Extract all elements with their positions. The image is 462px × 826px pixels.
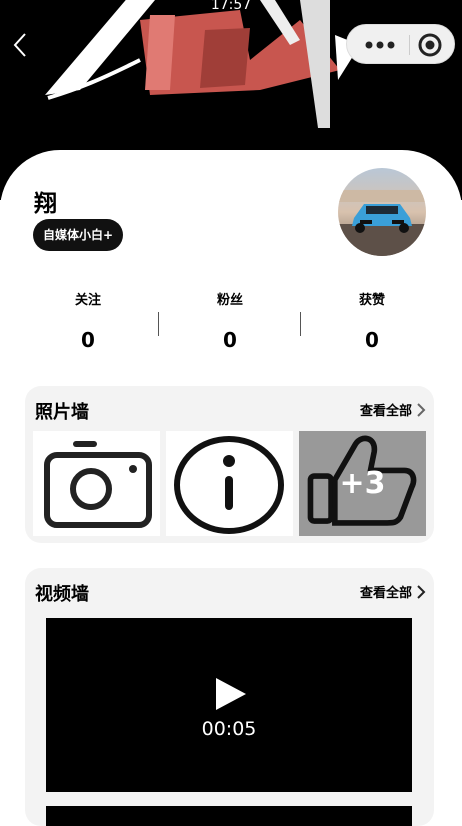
video-thumb[interactable]: 00:05 <box>46 618 412 792</box>
view-all-label: 查看全部 <box>359 586 412 601</box>
video-thumb[interactable] <box>46 806 412 826</box>
video-wall-section: 视频墙 查看全部 00:05 <box>25 568 434 826</box>
status-time: 17:57 <box>210 0 252 13</box>
user-tag-badge: 自媒体小白+ <box>33 219 124 251</box>
more-dots-icon <box>365 41 395 49</box>
video-duration: 00:05 <box>201 718 257 740</box>
stat-divider <box>300 312 301 336</box>
stat-value: 0 <box>223 328 237 352</box>
chevron-right-icon <box>417 402 426 417</box>
user-name: 翔 <box>34 191 57 217</box>
chevron-right-icon <box>417 584 426 599</box>
play-icon <box>216 678 246 710</box>
stat-label: 关注 <box>74 293 101 308</box>
photo-wall-view-all[interactable]: 查看全部 <box>360 400 426 419</box>
stats-row: 关注 0 粉丝 0 获赞 0 <box>0 290 462 360</box>
photo-thumb-more[interactable]: +3 <box>299 431 426 536</box>
photo-thumb[interactable] <box>166 431 293 536</box>
mini-program-capsule <box>346 24 455 64</box>
stat-label: 获赞 <box>358 293 385 308</box>
back-button[interactable] <box>8 30 30 60</box>
camera-icon <box>44 441 152 528</box>
stat-value: 0 <box>365 328 379 352</box>
more-photos-count: +3 <box>339 466 386 501</box>
stat-following[interactable]: 关注 0 <box>28 290 148 352</box>
photo-wall-title: 照片墙 <box>35 402 89 423</box>
close-button[interactable] <box>415 31 449 59</box>
avatar-car-image <box>338 168 426 256</box>
stat-followers[interactable]: 粉丝 0 <box>170 290 290 352</box>
target-circle-icon <box>418 33 442 57</box>
photo-thumb[interactable] <box>33 431 160 536</box>
stat-likes[interactable]: 获赞 0 <box>312 290 432 352</box>
info-icon <box>174 436 284 534</box>
photo-wall-section: 照片墙 查看全部 +3 <box>25 386 434 543</box>
view-all-label: 查看全部 <box>359 404 412 419</box>
capsule-divider <box>409 35 410 55</box>
stat-divider <box>158 312 159 336</box>
stat-value: 0 <box>81 328 95 352</box>
video-wall-view-all[interactable]: 查看全部 <box>360 582 426 601</box>
avatar[interactable] <box>338 168 426 256</box>
video-wall-title: 视频墙 <box>35 584 89 605</box>
stat-label: 粉丝 <box>216 293 243 308</box>
chevron-left-icon <box>13 33 26 57</box>
more-button[interactable] <box>361 31 401 59</box>
